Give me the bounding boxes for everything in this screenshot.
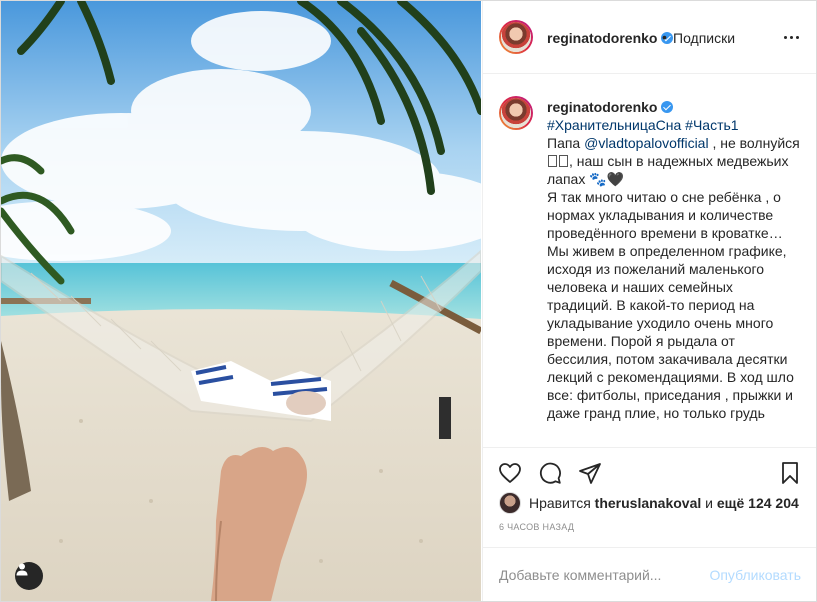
liker-avatar[interactable] [499,492,521,514]
caption-line: , наш сын в надежных медвежьих лапах 🐾🖤 [547,153,789,187]
beach-hammock-image [1,1,481,601]
post-header: reginatodorenko • Подписки [483,1,816,74]
comment-form: Опубликовать [483,547,816,601]
author-username-text[interactable]: reginatodorenko [547,30,657,46]
more-options-icon[interactable] [779,25,803,49]
caption-username[interactable]: reginatodorenko [547,99,657,115]
post-modal: reginatodorenko • Подписки reginatodoren… [0,0,817,602]
save-button[interactable] [775,458,805,488]
tagged-users-button[interactable] [15,562,43,590]
hashtag-link[interactable]: #Часть1 [685,117,738,133]
post-timestamp[interactable]: 6 часов назад [499,522,574,532]
author-avatar[interactable] [499,20,533,54]
emoji-glyph-icon [559,155,568,167]
comment-button[interactable] [535,458,565,488]
author-username[interactable]: reginatodorenko [547,30,674,46]
likes-count-link[interactable]: ещё 124 204 [717,495,799,511]
post-sidebar: reginatodorenko • Подписки reginatodoren… [482,1,816,601]
person-icon [16,563,28,576]
like-button[interactable] [495,458,525,488]
following-button[interactable]: Подписки [673,30,735,46]
heart-icon [499,463,521,483]
caption-text: reginatodorenko #ХранительницаСна #Часть… [547,98,801,422]
hashtag-link[interactable]: #ХранительницаСна [547,117,681,133]
comment-input[interactable] [499,564,709,586]
caption-verified-badge-icon [661,101,674,113]
emoji-glyph-icon [548,155,557,167]
caption-body: Я так много читаю о сне ребёнка , о норм… [547,189,794,421]
mention-link[interactable]: @vladtopalovofficial [584,135,708,151]
likes-prefix: Нравится [529,495,591,511]
likes-conjunction: и [705,495,713,511]
comment-icon [539,462,561,484]
bookmark-icon [782,462,798,484]
likes-summary: Нравится theruslanakoval и ещё 124 204 [499,491,799,515]
header-separator: • [662,29,667,45]
caption-section: reginatodorenko #ХранительницаСна #Часть… [483,74,816,446]
caption-line: , не волнуйся [712,135,800,151]
liker-username[interactable]: theruslanakoval [595,495,702,511]
publish-button[interactable]: Опубликовать [709,567,801,583]
post-photo[interactable] [1,1,481,601]
share-button[interactable] [575,458,605,488]
share-icon [579,463,601,484]
caption-avatar[interactable] [499,96,533,130]
caption-line: Папа [547,135,581,151]
